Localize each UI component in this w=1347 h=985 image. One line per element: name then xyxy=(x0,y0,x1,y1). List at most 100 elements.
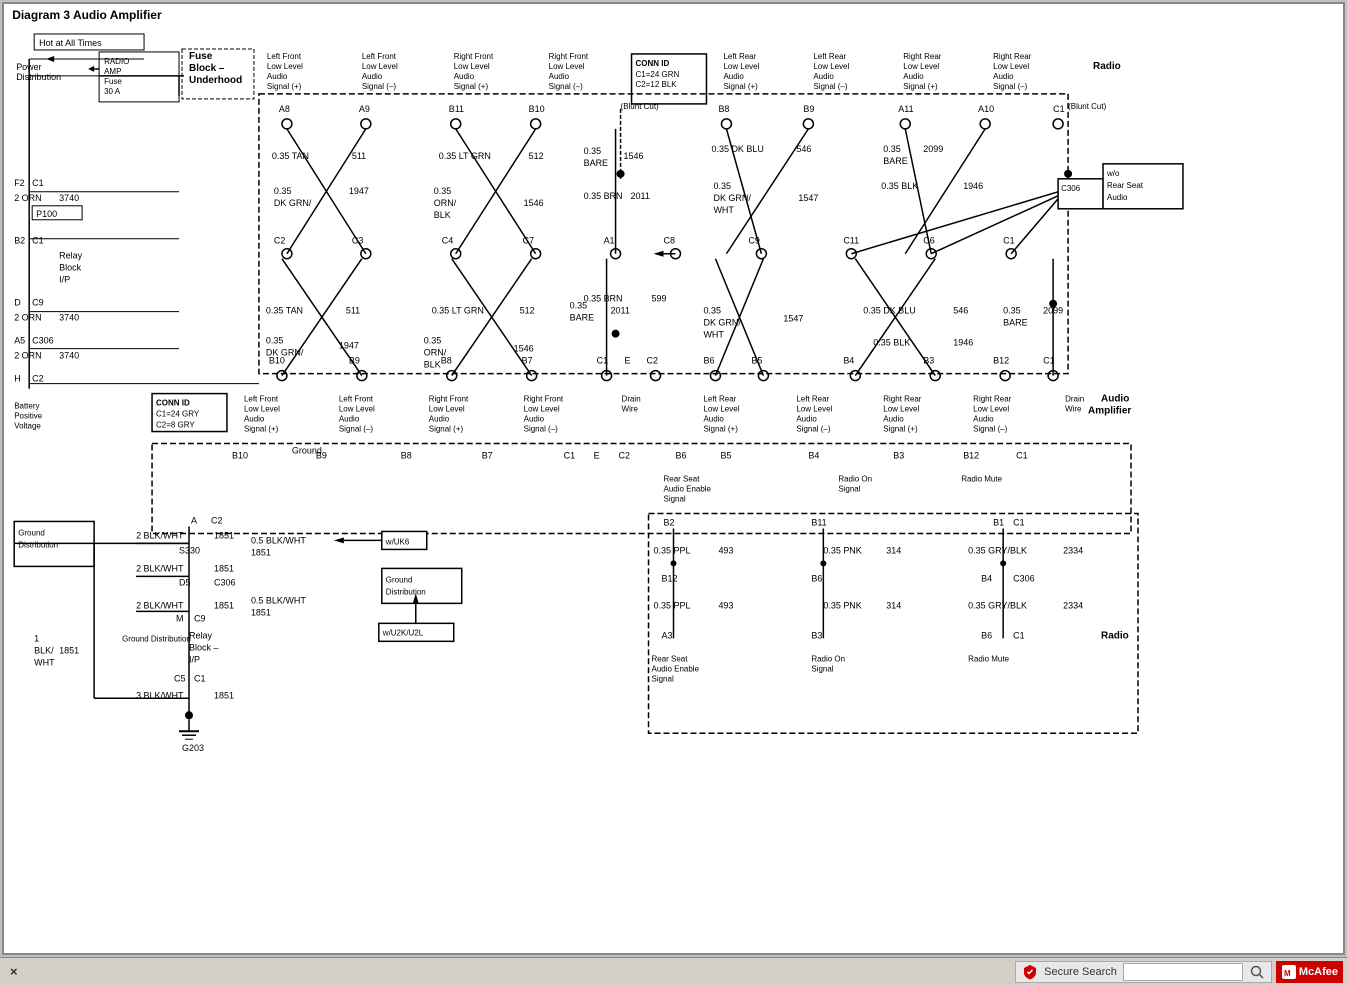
svg-text:Signal (–): Signal (–) xyxy=(524,425,559,434)
svg-text:C1: C1 xyxy=(32,178,43,188)
svg-text:Signal (–): Signal (–) xyxy=(339,425,374,434)
svg-text:B12: B12 xyxy=(662,573,678,583)
svg-text:Audio: Audio xyxy=(796,415,817,424)
secure-search-section[interactable]: Secure Search xyxy=(1015,961,1272,983)
svg-text:H: H xyxy=(14,374,20,384)
svg-text:A3: A3 xyxy=(662,630,673,640)
svg-text:Ground: Ground xyxy=(386,575,413,584)
svg-text:3740: 3740 xyxy=(59,351,79,361)
svg-text:0.35 BRN: 0.35 BRN xyxy=(584,191,623,201)
svg-text:1547: 1547 xyxy=(798,193,818,203)
svg-text:2 BLK/WHT: 2 BLK/WHT xyxy=(136,530,184,540)
svg-text:Low Level: Low Level xyxy=(339,405,375,414)
svg-text:0.5 BLK/WHT: 0.5 BLK/WHT xyxy=(251,535,306,545)
mcafee-logo[interactable]: M McAfee xyxy=(1276,961,1343,983)
svg-text:A9: A9 xyxy=(359,104,370,114)
svg-text:B10: B10 xyxy=(232,451,248,461)
svg-text:314: 314 xyxy=(886,545,901,555)
svg-text:546: 546 xyxy=(796,144,811,154)
svg-text:Voltage: Voltage xyxy=(14,422,41,431)
svg-text:Right Rear: Right Rear xyxy=(973,395,1012,404)
svg-text:546: 546 xyxy=(953,306,968,316)
svg-text:Signal (–): Signal (–) xyxy=(362,82,397,91)
svg-text:493: 493 xyxy=(718,545,733,555)
svg-text:w/UK6: w/UK6 xyxy=(385,537,410,546)
svg-text:Rear Seat: Rear Seat xyxy=(664,474,701,483)
svg-text:M: M xyxy=(176,613,183,623)
svg-text:599: 599 xyxy=(652,294,667,304)
svg-text:2 BLK/WHT: 2 BLK/WHT xyxy=(136,600,184,610)
close-button[interactable]: × xyxy=(4,964,24,979)
svg-text:1546: 1546 xyxy=(624,151,644,161)
svg-text:Ground Distribution: Ground Distribution xyxy=(122,634,191,643)
svg-text:Low Level: Low Level xyxy=(267,62,303,71)
svg-text:(Blunt Cut): (Blunt Cut) xyxy=(621,102,660,111)
svg-text:0.35: 0.35 xyxy=(713,181,731,191)
search-icon[interactable] xyxy=(1249,964,1265,980)
svg-text:C1: C1 xyxy=(32,236,43,246)
svg-text:2 ORN: 2 ORN xyxy=(14,351,41,361)
svg-text:A1: A1 xyxy=(604,236,615,246)
svg-text:Relay: Relay xyxy=(189,630,212,640)
shield-icon xyxy=(1022,964,1038,980)
svg-text:Right Front: Right Front xyxy=(549,52,589,61)
svg-text:3740: 3740 xyxy=(59,313,79,323)
svg-text:B6: B6 xyxy=(981,630,992,640)
svg-text:C2=12 BLK: C2=12 BLK xyxy=(636,80,678,89)
svg-text:Right Rear: Right Rear xyxy=(993,52,1032,61)
svg-text:0.35 BLK: 0.35 BLK xyxy=(881,181,918,191)
svg-text:C2: C2 xyxy=(211,515,223,525)
svg-text:Distribution: Distribution xyxy=(386,587,426,596)
svg-text:BARE: BARE xyxy=(584,158,608,168)
svg-text:Low Level: Low Level xyxy=(993,62,1029,71)
svg-text:1547: 1547 xyxy=(783,314,803,324)
svg-text:Low Level: Low Level xyxy=(796,405,832,414)
svg-text:B3: B3 xyxy=(893,451,904,461)
svg-text:Signal (–): Signal (–) xyxy=(973,425,1008,434)
svg-text:w/o: w/o xyxy=(1106,169,1120,178)
svg-text:C1: C1 xyxy=(1013,630,1025,640)
svg-text:1851: 1851 xyxy=(214,600,234,610)
svg-text:E: E xyxy=(594,451,600,461)
svg-text:Signal (+): Signal (+) xyxy=(244,425,279,434)
svg-text:2334: 2334 xyxy=(1063,600,1083,610)
svg-text:1851: 1851 xyxy=(214,690,234,700)
statusbar: × Secure Search M McAfee xyxy=(0,957,1347,985)
svg-text:WHT: WHT xyxy=(703,330,724,340)
svg-text:Drain: Drain xyxy=(622,395,641,404)
svg-text:Wire: Wire xyxy=(622,405,639,414)
svg-text:Right Front: Right Front xyxy=(454,52,494,61)
svg-text:0.35: 0.35 xyxy=(274,186,292,196)
svg-text:Audio: Audio xyxy=(703,415,724,424)
svg-text:1851: 1851 xyxy=(59,645,79,655)
svg-text:DK GRN/: DK GRN/ xyxy=(274,198,312,208)
svg-text:B7: B7 xyxy=(482,451,493,461)
svg-text:Wire: Wire xyxy=(1065,405,1082,414)
svg-text:A8: A8 xyxy=(279,104,290,114)
svg-text:ORN/: ORN/ xyxy=(424,348,447,358)
mcafee-icon: M xyxy=(1281,964,1297,980)
svg-text:30 A: 30 A xyxy=(104,87,121,96)
svg-text:2011: 2011 xyxy=(631,191,650,201)
svg-text:0.35: 0.35 xyxy=(434,186,452,196)
svg-text:Left Front: Left Front xyxy=(267,52,302,61)
svg-text:BARE: BARE xyxy=(883,156,907,166)
svg-text:AMP: AMP xyxy=(104,67,121,76)
svg-text:A5: A5 xyxy=(14,336,25,346)
svg-text:C306: C306 xyxy=(1013,573,1034,583)
svg-text:Audio Enable: Audio Enable xyxy=(652,664,700,673)
svg-text:0.35 DK BLU: 0.35 DK BLU xyxy=(711,144,763,154)
search-input[interactable] xyxy=(1123,963,1243,981)
svg-text:0.35 BRN: 0.35 BRN xyxy=(584,294,623,304)
svg-text:Low Level: Low Level xyxy=(362,62,398,71)
svg-text:Audio: Audio xyxy=(993,72,1014,81)
svg-text:Signal (+): Signal (+) xyxy=(883,425,918,434)
svg-text:B6: B6 xyxy=(703,356,714,366)
svg-text:ORN/: ORN/ xyxy=(434,198,457,208)
svg-text:I/P: I/P xyxy=(59,275,70,285)
svg-text:B8: B8 xyxy=(718,104,729,114)
svg-text:B2: B2 xyxy=(14,236,25,246)
svg-text:0.35: 0.35 xyxy=(883,144,901,154)
svg-text:DK GRN/: DK GRN/ xyxy=(266,348,304,358)
svg-text:0.35 BLK: 0.35 BLK xyxy=(873,338,910,348)
